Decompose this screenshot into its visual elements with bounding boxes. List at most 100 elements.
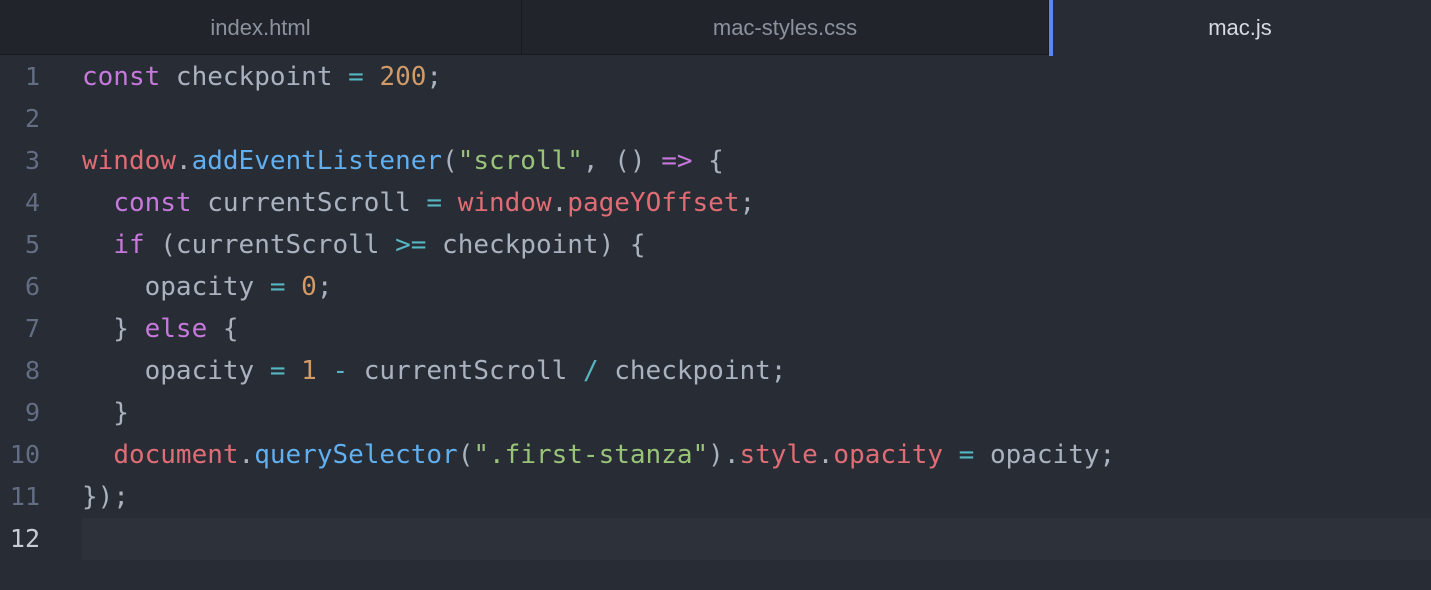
code-line[interactable]: 12 bbox=[0, 518, 1431, 560]
code-token: checkpoint; bbox=[598, 356, 787, 386]
code-line[interactable]: 10 document.querySelector(".first-stanza… bbox=[0, 434, 1431, 476]
code-token: opacity bbox=[82, 272, 270, 302]
code-text: const checkpoint = 200; bbox=[82, 56, 1431, 98]
code-token: pageYOffset bbox=[567, 188, 740, 218]
code-line[interactable]: 1 const checkpoint = 200; bbox=[0, 56, 1431, 98]
code-line[interactable]: 6 opacity = 0; bbox=[0, 266, 1431, 308]
code-token: ; bbox=[426, 62, 443, 92]
code-token: . bbox=[238, 440, 255, 470]
code-line[interactable]: 2 bbox=[0, 98, 1431, 140]
code-token: >= bbox=[395, 230, 427, 260]
code-token: currentScroll bbox=[191, 188, 427, 218]
tab-mac-js[interactable]: mac.js bbox=[1049, 0, 1431, 56]
code-token: opacity bbox=[833, 440, 943, 470]
code-token: opacity bbox=[82, 356, 270, 386]
code-token: ). bbox=[708, 440, 740, 470]
line-number: 4 bbox=[24, 188, 40, 217]
code-line[interactable]: 4 const currentScroll = window.pageYOffs… bbox=[0, 182, 1431, 224]
code-token: } bbox=[82, 314, 145, 344]
code-line[interactable]: 7 } else { bbox=[0, 308, 1431, 350]
code-token: addEventListener bbox=[191, 146, 443, 176]
code-token: = bbox=[426, 188, 443, 218]
code-token: ; bbox=[739, 188, 756, 218]
line-number: 5 bbox=[24, 230, 40, 259]
code-token: if bbox=[113, 230, 145, 260]
code-token: . bbox=[551, 188, 568, 218]
code-token: style bbox=[739, 440, 818, 470]
line-number: 1 bbox=[24, 62, 40, 91]
code-token: 0 bbox=[301, 272, 317, 302]
line-number: 10 bbox=[9, 440, 40, 469]
code-token: "scroll" bbox=[457, 146, 583, 176]
code-text bbox=[82, 518, 1431, 560]
line-number: 3 bbox=[24, 146, 40, 175]
code-text: if (currentScroll >= checkpoint) { bbox=[82, 224, 1431, 266]
code-token: } bbox=[82, 398, 129, 428]
code-line[interactable]: 9 } bbox=[0, 392, 1431, 434]
code-editor: index.html mac-styles.css mac.js 1 const … bbox=[0, 0, 1431, 590]
tab-label: mac.js bbox=[1208, 15, 1272, 40]
code-text: } bbox=[82, 392, 1431, 434]
code-token: document bbox=[113, 440, 239, 470]
code-token: currentScroll bbox=[348, 356, 583, 386]
line-number: 7 bbox=[24, 314, 40, 343]
code-line[interactable]: 5 if (currentScroll >= checkpoint) { bbox=[0, 224, 1431, 266]
code-token: ; bbox=[316, 272, 333, 302]
line-number: 12 bbox=[9, 524, 40, 553]
code-token: (currentScroll bbox=[144, 230, 396, 260]
tab-bar: index.html mac-styles.css mac.js bbox=[0, 0, 1431, 56]
code-token: querySelector bbox=[254, 440, 458, 470]
code-text: document.querySelector(".first-stanza").… bbox=[82, 434, 1431, 476]
code-token: ( bbox=[457, 440, 474, 470]
code-token: ( bbox=[442, 146, 458, 176]
code-area[interactable]: 1 const checkpoint = 200; 2 3 window.addEven… bbox=[0, 56, 1431, 590]
tab-index-html[interactable]: index.html bbox=[0, 0, 522, 55]
line-number: 8 bbox=[24, 356, 40, 385]
code-text: window.addEventListener("scroll", () => … bbox=[82, 140, 1431, 182]
code-token: checkpoint) { bbox=[426, 230, 646, 260]
code-token: . bbox=[817, 440, 834, 470]
code-token: checkpoint bbox=[160, 62, 349, 92]
line-number: 6 bbox=[24, 272, 40, 301]
code-token: , () bbox=[582, 146, 662, 176]
code-text: }); bbox=[82, 476, 1431, 518]
code-token: const bbox=[82, 62, 161, 92]
code-token: = bbox=[269, 272, 286, 302]
code-line[interactable]: 11}); bbox=[0, 476, 1431, 518]
code-line[interactable]: 8 opacity = 1 - currentScroll / checkpoi… bbox=[0, 350, 1431, 392]
code-text: const currentScroll = window.pageYOffset… bbox=[82, 182, 1431, 224]
code-token: 1 bbox=[301, 356, 317, 386]
tab-label: mac-styles.css bbox=[712, 14, 858, 40]
code-token: window bbox=[457, 188, 552, 218]
code-token: - bbox=[332, 356, 349, 386]
code-text: } else { bbox=[82, 308, 1431, 350]
code-token: { bbox=[692, 146, 724, 176]
code-token: opacity; bbox=[974, 440, 1116, 470]
code-token: window bbox=[82, 146, 176, 176]
code-token: 200 bbox=[379, 62, 427, 92]
code-token: => bbox=[661, 146, 693, 176]
code-text: opacity = 0; bbox=[82, 266, 1431, 308]
code-token: ".first-stanza" bbox=[473, 440, 709, 470]
line-number: 9 bbox=[24, 398, 40, 427]
line-number: 2 bbox=[24, 104, 40, 133]
tab-label: index.html bbox=[210, 14, 311, 40]
code-token: = bbox=[348, 62, 364, 92]
line-number: 11 bbox=[9, 482, 40, 511]
code-token: . bbox=[175, 146, 192, 176]
tab-mac-styles-css[interactable]: mac-styles.css bbox=[522, 0, 1049, 55]
code-line[interactable]: 3 window.addEventListener("scroll", () =>… bbox=[0, 140, 1431, 182]
code-token: = bbox=[958, 440, 975, 470]
code-token: }); bbox=[82, 482, 129, 512]
code-text: opacity = 1 - currentScroll / checkpoint… bbox=[82, 350, 1431, 392]
